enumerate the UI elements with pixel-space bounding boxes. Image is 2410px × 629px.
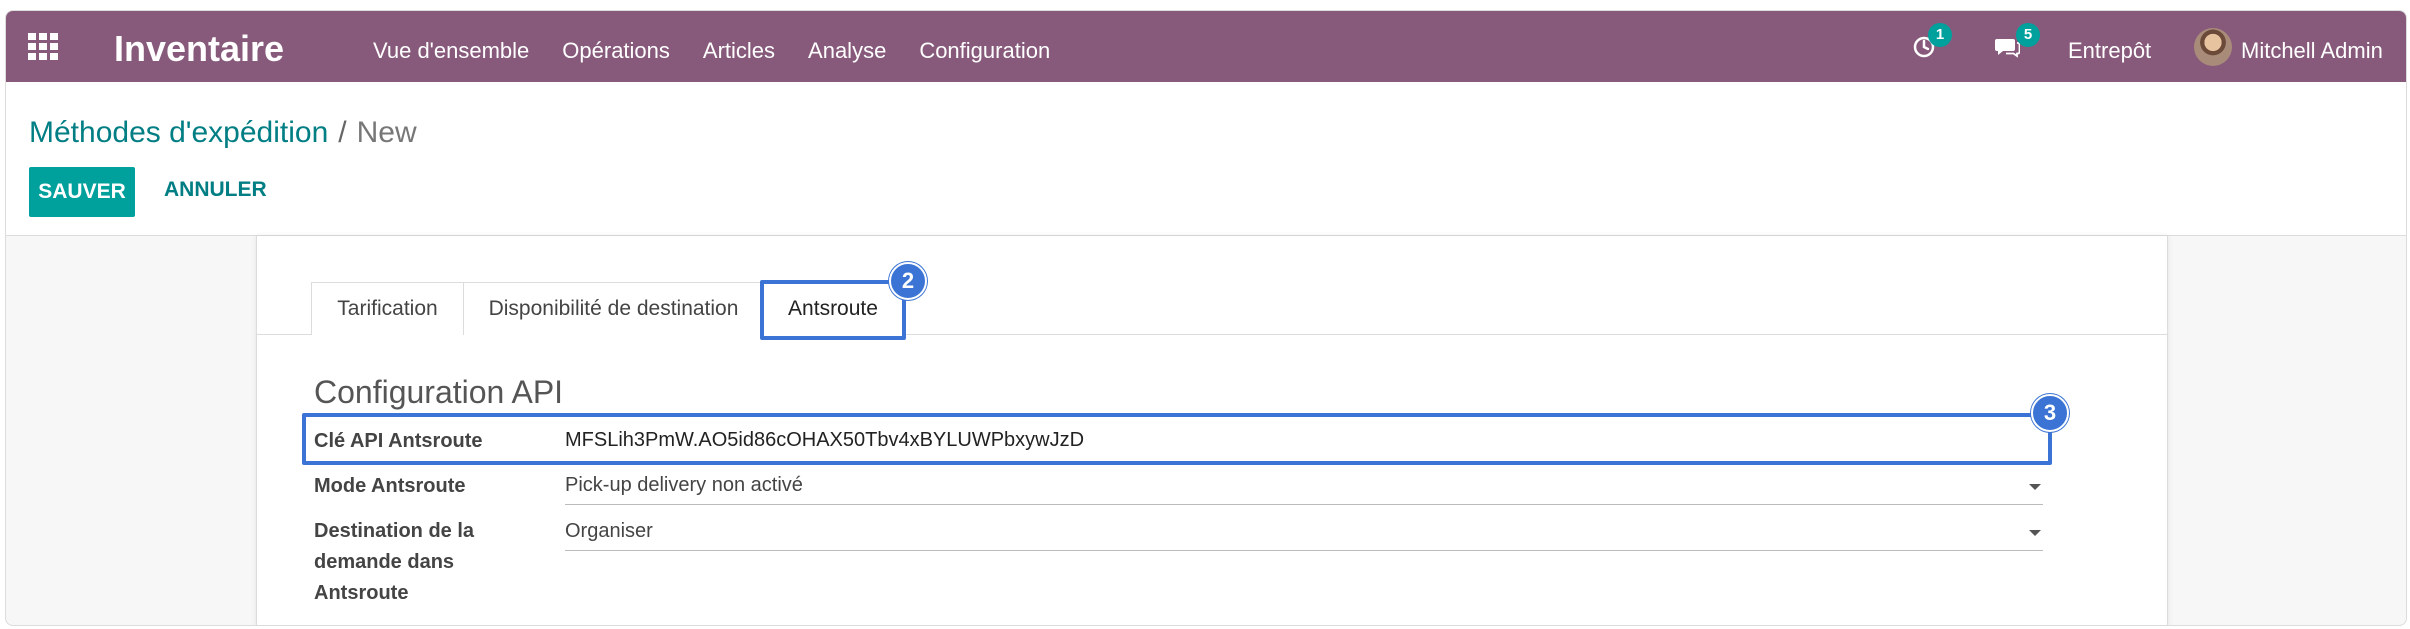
destination-select-value: Organiser bbox=[565, 520, 653, 542]
breadcrumb-current: New bbox=[356, 116, 417, 149]
top-navbar: Inventaire Vue d'ensemble Opérations Art… bbox=[6, 11, 2406, 82]
destination-label: Destination de la demande dans Antsroute bbox=[314, 520, 475, 604]
api-key-label: Clé API Antsroute bbox=[314, 430, 483, 452]
warehouse-switcher[interactable]: Entrepôt bbox=[2068, 38, 2151, 64]
caret-down-icon bbox=[2029, 484, 2041, 490]
user-avatar[interactable] bbox=[2194, 28, 2232, 66]
menu-item-operations[interactable]: Opérations bbox=[562, 38, 670, 64]
save-button[interactable]: SAUVER bbox=[29, 167, 135, 217]
activity-count-badge: 1 bbox=[1928, 23, 1952, 47]
breadcrumb: Méthodes d'expédition / New bbox=[29, 116, 417, 150]
tab-destination-availability[interactable]: Disponibilité de destination bbox=[463, 282, 764, 335]
menu-item-configuration[interactable]: Configuration bbox=[919, 38, 1050, 64]
mode-label: Mode Antsroute bbox=[314, 475, 466, 497]
cancel-button[interactable]: ANNULER bbox=[164, 178, 267, 202]
caret-down-icon bbox=[2029, 530, 2041, 536]
message-count-badge: 5 bbox=[2016, 23, 2040, 47]
mode-select[interactable]: Pick-up delivery non activé bbox=[565, 470, 2043, 505]
menu-item-articles[interactable]: Articles bbox=[703, 38, 775, 64]
tab-pricing[interactable]: Tarification bbox=[311, 282, 464, 335]
menu-item-overview[interactable]: Vue d'ensemble bbox=[373, 38, 529, 64]
section-title: Configuration API bbox=[314, 374, 564, 410]
main-menu: Vue d'ensemble Opérations Articles Analy… bbox=[373, 38, 1083, 64]
step-marker-3: 3 bbox=[2031, 394, 2069, 432]
destination-select[interactable]: Organiser bbox=[565, 516, 2043, 551]
breadcrumb-separator: / bbox=[338, 116, 347, 149]
apps-grid-icon[interactable] bbox=[28, 33, 58, 60]
app-title[interactable]: Inventaire bbox=[114, 28, 284, 70]
step-marker-2: 2 bbox=[889, 262, 927, 300]
api-key-input[interactable]: MFSLih3PmW.AO5id86cOHAX50Tbv4xBYLUWPbxyw… bbox=[565, 429, 1084, 452]
control-panel: Méthodes d'expédition / New SAUVER ANNULER bbox=[6, 82, 2406, 236]
app-window: Inventaire Vue d'ensemble Opérations Art… bbox=[5, 10, 2407, 626]
mode-select-value: Pick-up delivery non activé bbox=[565, 474, 803, 496]
breadcrumb-parent-link[interactable]: Méthodes d'expédition bbox=[29, 116, 328, 149]
user-menu[interactable]: Mitchell Admin bbox=[2241, 38, 2383, 64]
tab-highlight-box bbox=[760, 280, 906, 340]
menu-item-analysis[interactable]: Analyse bbox=[808, 38, 886, 64]
form-sheet: Tarification Disponibilité de destinatio… bbox=[256, 236, 2168, 625]
